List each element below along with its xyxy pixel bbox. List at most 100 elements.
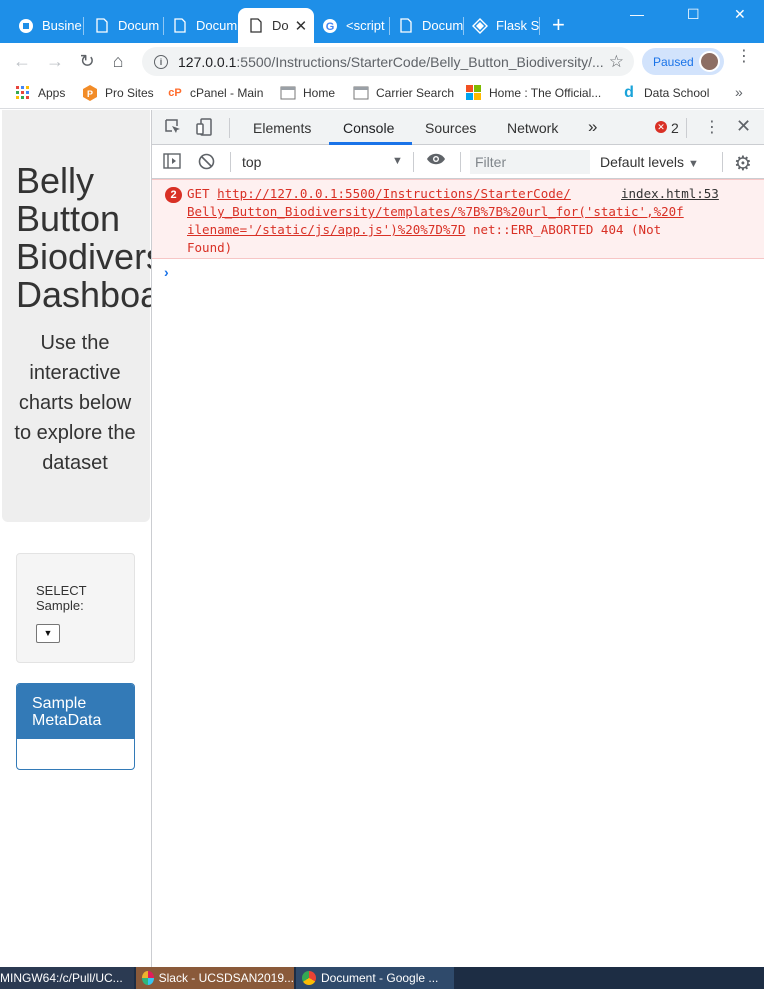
cpanel-icon: cP bbox=[168, 87, 182, 99]
document-icon bbox=[398, 18, 414, 34]
tab-flask[interactable]: Flask S bbox=[464, 8, 540, 43]
jumbotron: Belly Button Biodiversity Dashboard Use … bbox=[2, 110, 151, 522]
taskbar-item-terminal[interactable]: MINGW64:/c/Pull/UC... bbox=[0, 967, 134, 989]
close-window-button[interactable]: ✕ bbox=[734, 6, 746, 23]
profile-status: Paused bbox=[653, 54, 694, 69]
more-tabs-icon[interactable]: » bbox=[588, 117, 597, 137]
tab-elements[interactable]: Elements bbox=[253, 120, 311, 136]
console-prompt-chevron-icon[interactable]: › bbox=[164, 264, 169, 280]
devtools-tabbar: Elements Console Sources Network » ✕ 2 ⋮… bbox=[152, 110, 764, 145]
metadata-panel: Sample MetaData bbox=[16, 683, 135, 770]
tab-document-1[interactable]: Docum bbox=[86, 8, 164, 43]
slack-icon bbox=[142, 971, 154, 985]
avatar bbox=[699, 51, 720, 72]
device-toolbar-icon[interactable] bbox=[196, 118, 214, 141]
bookmark-label: cPanel - Main bbox=[190, 86, 264, 100]
devtools-menu-icon[interactable]: ⋮ bbox=[704, 117, 720, 137]
tab-label: Flask S bbox=[496, 18, 540, 33]
tab-business[interactable]: Busine bbox=[10, 8, 84, 43]
metadata-heading: Sample MetaData bbox=[17, 684, 134, 739]
sample-select-dropdown[interactable]: ▼ bbox=[36, 624, 60, 643]
bookmark-label: Carrier Search bbox=[376, 86, 455, 100]
repeat-count-badge: 2 bbox=[165, 187, 182, 203]
bookmark-carrier-search[interactable]: Carrier Search bbox=[353, 85, 454, 101]
error-url-line-1: http://127.0.0.1:5500/Instructions/Start… bbox=[217, 186, 571, 201]
console-settings-gear-icon[interactable]: ⚙ bbox=[734, 151, 752, 176]
page-title: Belly Button Biodiversity Dashboard bbox=[16, 160, 151, 315]
close-tab-icon[interactable]: ✕ bbox=[295, 17, 308, 35]
tab-sources[interactable]: Sources bbox=[425, 120, 476, 136]
taskbar-item-slack[interactable]: Slack - UCSDSAN2019... bbox=[136, 967, 294, 989]
error-status-cont: Found) bbox=[187, 240, 233, 255]
bookmark-apps[interactable]: Apps bbox=[15, 85, 65, 101]
console-toolbar: top ▼ Filter Default levels ▼ ⚙ bbox=[152, 145, 764, 179]
bookmark-data-school[interactable]: d Data School bbox=[621, 84, 709, 101]
reload-icon[interactable]: ↻ bbox=[77, 51, 97, 71]
tab-network[interactable]: Network bbox=[507, 120, 558, 136]
document-icon bbox=[248, 18, 264, 34]
bookmark-home-official[interactable]: Home : The Official... bbox=[466, 85, 601, 101]
browser-menu-icon[interactable]: ⋮ bbox=[736, 49, 752, 65]
console-filter-input[interactable]: Filter bbox=[470, 150, 590, 174]
bookmark-label: Home : The Official... bbox=[489, 86, 602, 100]
tab-document-2[interactable]: Docum bbox=[164, 8, 238, 43]
document-icon bbox=[94, 18, 110, 34]
apps-grid-icon bbox=[15, 85, 31, 101]
site-info-icon[interactable]: i bbox=[154, 54, 168, 69]
tab-google-search[interactable]: G <script bbox=[314, 8, 390, 43]
error-count[interactable]: 2 bbox=[671, 120, 679, 136]
chevron-down-icon[interactable]: ▼ bbox=[392, 155, 403, 167]
taskbar-item-chrome[interactable]: Document - Google ... bbox=[296, 967, 454, 989]
bookmark-pro-sites[interactable]: P Pro Sites bbox=[82, 85, 154, 101]
windows-icon bbox=[466, 85, 482, 101]
tab-label: Busine bbox=[42, 18, 82, 33]
log-levels-label: Default levels bbox=[600, 154, 685, 170]
chrome-icon bbox=[302, 971, 316, 985]
context-selector[interactable]: top bbox=[242, 154, 261, 170]
taskbar-label: MINGW64:/c/Pull/UC... bbox=[0, 971, 123, 985]
maximize-button[interactable]: ☐ bbox=[687, 6, 700, 23]
bookmark-star-icon[interactable]: ☆ bbox=[609, 52, 624, 72]
svg-text:P: P bbox=[87, 89, 93, 99]
source-location-link[interactable]: index.html:53 bbox=[621, 185, 719, 203]
minimize-button[interactable]: — bbox=[630, 6, 644, 22]
devtools-panel: Elements Console Sources Network » ✕ 2 ⋮… bbox=[151, 110, 764, 967]
error-icon[interactable]: ✕ bbox=[655, 121, 667, 133]
http-method: GET bbox=[187, 186, 210, 201]
bookmarks-bar: Apps P Pro Sites cP cPanel - Main Home C… bbox=[0, 79, 764, 109]
tab-document-3[interactable]: Docum bbox=[390, 8, 464, 43]
error-url-line-3: ilename='/static/js/app.js')%20%7D%7D bbox=[187, 222, 466, 237]
taskbar-label: Slack - UCSDSAN2019... bbox=[158, 971, 294, 985]
browser-window: Busine Docum Docum Do ✕ G <script Docum bbox=[0, 0, 764, 989]
bookmark-cpanel[interactable]: cP cPanel - Main bbox=[167, 85, 263, 101]
flask-icon bbox=[472, 17, 488, 34]
show-sidebar-icon[interactable] bbox=[163, 153, 181, 174]
bookmark-label: Home bbox=[303, 86, 336, 100]
home-icon[interactable]: ⌂ bbox=[108, 51, 128, 71]
forward-arrow-icon[interactable]: → bbox=[45, 51, 65, 71]
bookmark-label: Apps bbox=[38, 86, 66, 100]
page-icon bbox=[353, 85, 369, 101]
address-bar[interactable]: i 127.0.0.1 :5500/Instructions/StarterCo… bbox=[142, 47, 634, 76]
tab-label: Docum bbox=[422, 18, 464, 33]
bookmark-home[interactable]: Home bbox=[280, 85, 335, 101]
data-school-icon: d bbox=[624, 84, 634, 101]
new-tab-button[interactable]: + bbox=[552, 14, 565, 36]
pro-sites-icon: P bbox=[82, 85, 98, 101]
more-bookmarks-icon[interactable]: » bbox=[735, 84, 743, 100]
live-expression-eye-icon[interactable] bbox=[426, 152, 446, 171]
inspect-element-icon[interactable] bbox=[164, 118, 182, 141]
chevron-down-icon: ▼ bbox=[43, 628, 53, 638]
tab-active-document[interactable]: Do ✕ bbox=[238, 8, 314, 43]
close-devtools-icon[interactable]: ✕ bbox=[736, 116, 751, 137]
profile-button[interactable]: Paused bbox=[642, 48, 724, 75]
google-icon: G bbox=[322, 18, 338, 34]
tab-console[interactable]: Console bbox=[343, 120, 394, 136]
tab-label: Docum bbox=[196, 18, 238, 33]
page-viewport: Belly Button Biodiversity Dashboard Use … bbox=[0, 110, 151, 967]
browser-toolbar: ← → ↻ ⌂ i 127.0.0.1 :5500/Instructions/S… bbox=[0, 43, 764, 79]
page-subtitle: Use the interactive charts below to expl… bbox=[14, 332, 136, 474]
back-arrow-icon[interactable]: ← bbox=[12, 51, 32, 71]
log-levels-dropdown[interactable]: Default levels ▼ bbox=[600, 154, 699, 170]
clear-console-icon[interactable] bbox=[198, 153, 215, 175]
